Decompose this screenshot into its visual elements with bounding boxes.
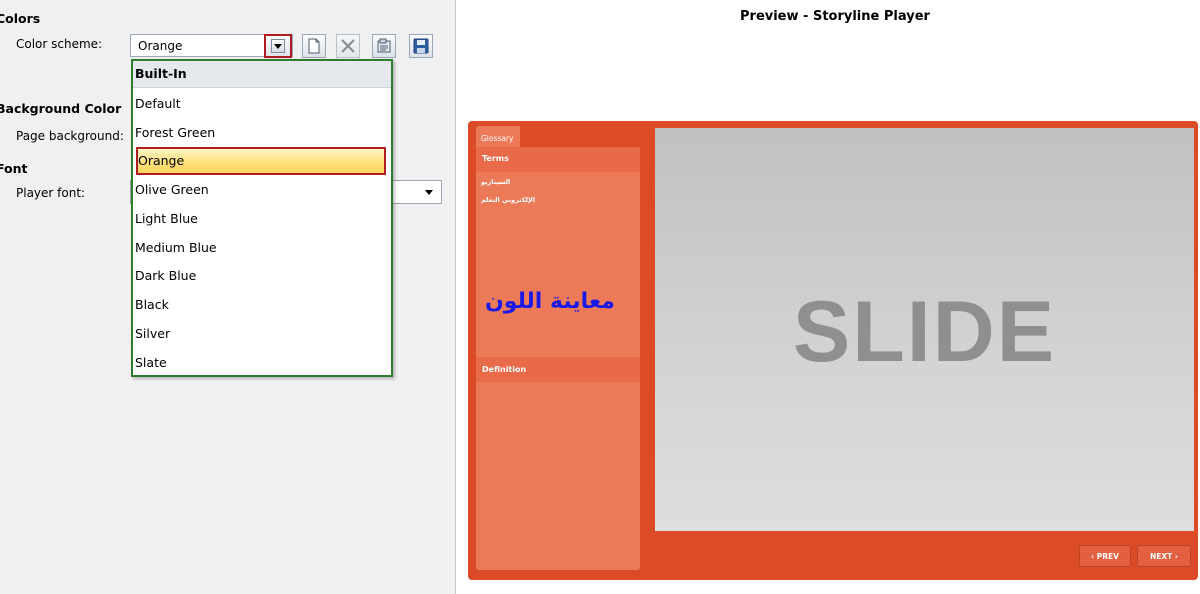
option-silver[interactable]: Silver [133,322,391,348]
option-olive-green[interactable]: Olive Green [133,178,391,204]
color-scheme-value: Orange [138,39,183,53]
option-slate[interactable]: Slate [133,351,391,377]
delete-icon [341,39,355,53]
background-color-heading: Background Color [0,101,122,116]
color-scheme-dropdown-button[interactable] [264,34,292,58]
option-light-blue[interactable]: Light Blue [133,207,391,233]
save-scheme-button[interactable] [409,34,433,58]
manage-icon [377,38,391,53]
chevron-down-icon [425,190,433,195]
dropdown-group-header: Built-In [133,61,391,88]
next-button[interactable]: NEXT › [1137,545,1191,567]
font-heading: Font [0,161,28,176]
slide-area: SLIDE [655,128,1194,531]
option-orange[interactable]: Orange [136,147,386,175]
option-default[interactable]: Default [133,92,391,118]
manage-schemes-button[interactable] [372,34,396,58]
save-icon [413,38,429,54]
settings-panel: Colors Color scheme: Orange Background C… [0,0,456,594]
slide-placeholder-text: SLIDE [792,284,1057,380]
option-medium-blue[interactable]: Medium Blue [133,236,391,262]
delete-scheme-button[interactable] [336,34,360,58]
preview-title: Preview - Storyline Player [740,9,930,24]
option-forest-green[interactable]: Forest Green [133,121,391,147]
glossary-term[interactable]: السيناريو [481,178,510,186]
glossary-term[interactable]: الإلكتروني التعلم [481,196,535,204]
new-document-icon [308,38,320,54]
tab-glossary[interactable]: Glossary [476,130,520,147]
color-scheme-dropdown-list[interactable]: Built-In Default Forest Green Orange Oli… [131,59,393,377]
definition-header: Definition [476,357,640,382]
colors-heading: Colors [0,11,41,26]
tab-strip [520,126,640,147]
page-background-label: Page background: [16,129,124,143]
terms-header: Terms [476,147,640,172]
color-scheme-label: Color scheme: [16,37,103,51]
color-preview-caption: معاينة اللون [485,289,615,314]
prev-button[interactable]: ‹ PREV [1079,545,1131,567]
option-dark-blue[interactable]: Dark Blue [133,264,391,290]
player-font-label: Player font: [16,186,86,200]
chevron-down-icon [274,43,282,49]
glossary-sidebar [476,126,640,570]
option-black[interactable]: Black [133,293,391,319]
new-scheme-button[interactable] [302,34,326,58]
